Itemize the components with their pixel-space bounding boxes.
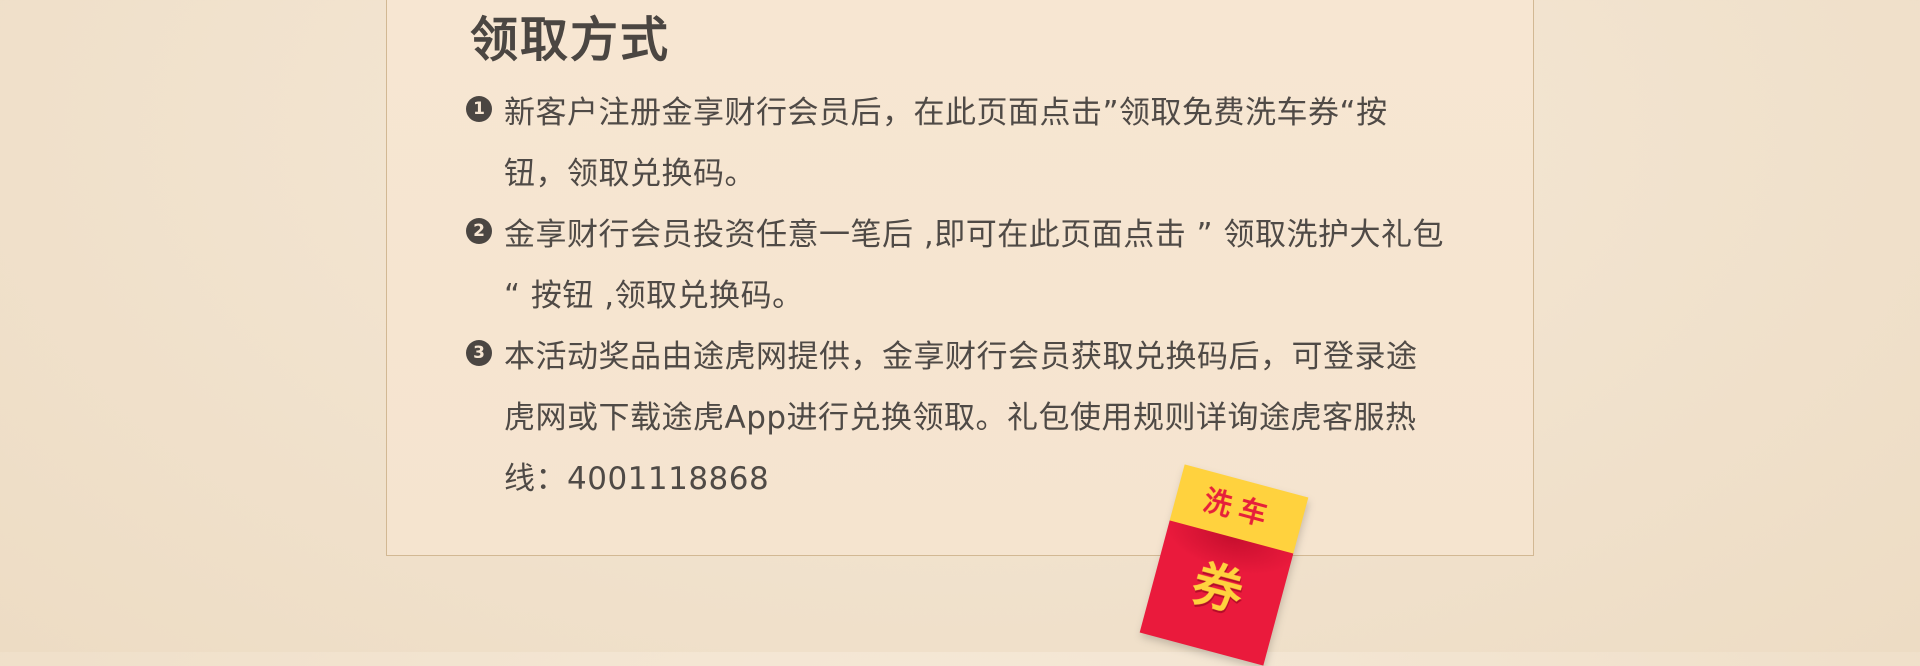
section-title: 领取方式 bbox=[470, 12, 671, 68]
rule-text-3: 本活动奖品由途虎网提供，金享财行会员获取兑换码后，可登录途虎网或下载途虎App进… bbox=[504, 339, 1418, 497]
number-badge-2: 2 bbox=[466, 218, 492, 244]
rule-text-2: 金享财行会员投资任意一笔后 ,即可在此页面点击 ” 领取洗护大礼包 “ 按钮 ,… bbox=[504, 217, 1444, 314]
rule-text-1: 新客户注册金享财行会员后，在此页面点击”领取免费洗车券“按钮，领取兑换码。 bbox=[504, 95, 1388, 192]
badge-main-label: 券 bbox=[1186, 553, 1250, 623]
number-badge-3: 3 bbox=[466, 340, 492, 366]
number-badge-1: 1 bbox=[466, 96, 492, 122]
